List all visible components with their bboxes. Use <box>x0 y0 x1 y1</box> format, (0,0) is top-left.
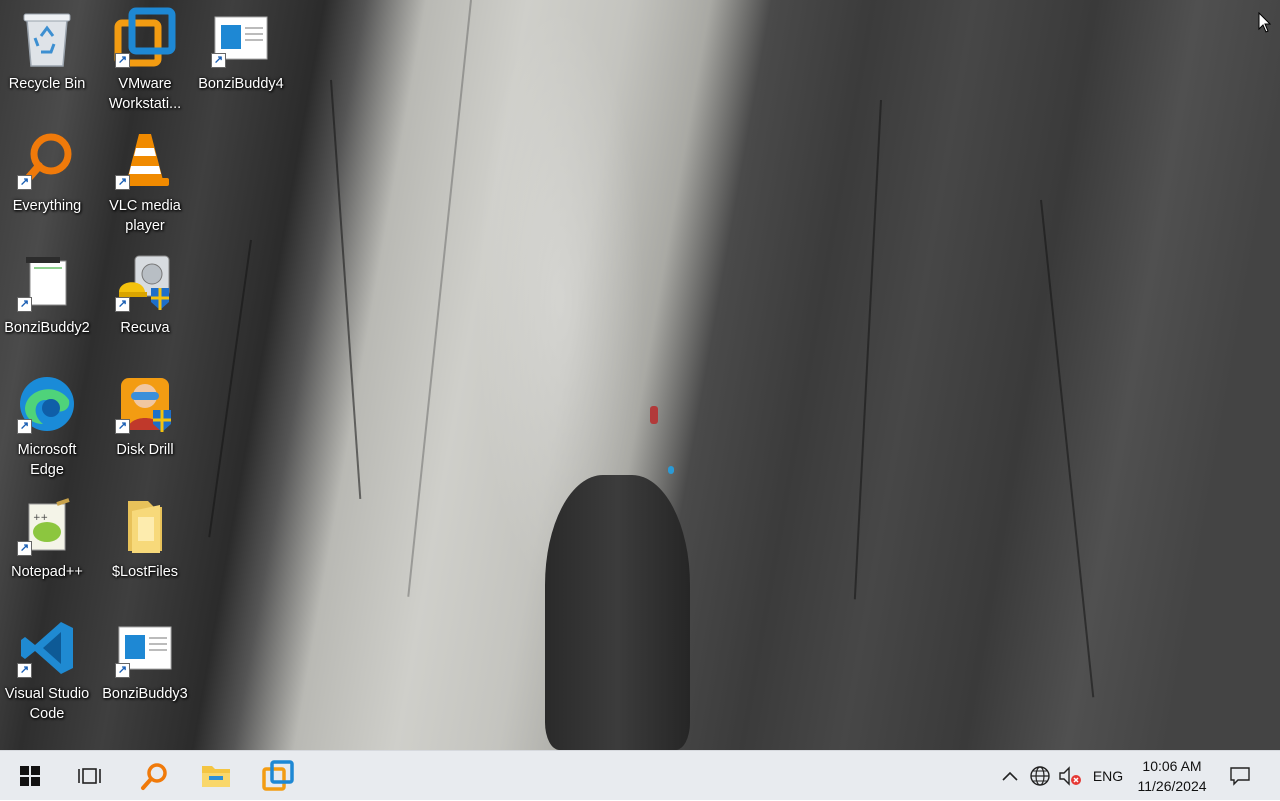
shortcut-arrow-icon: ↗ <box>17 297 32 312</box>
shortcut-arrow-icon: ↗ <box>17 175 32 190</box>
desktop-icon-bonzibuddy4[interactable]: ↗ BonziBuddy4 <box>194 6 288 94</box>
desktop-icon-label: BonziBuddy4 <box>198 76 284 92</box>
climber-figure <box>650 406 658 424</box>
desktop-icon-everything[interactable]: ↗ Everything <box>0 128 94 216</box>
desktop-icon-label: Visual Studio Code <box>4 686 90 722</box>
notification-center-button[interactable] <box>1222 751 1258 801</box>
desktop-icon-label: Microsoft Edge <box>17 442 77 478</box>
notification-icon <box>1230 767 1250 786</box>
shortcut-arrow-icon: ↗ <box>115 297 130 312</box>
shortcut-arrow-icon: ↗ <box>115 419 130 434</box>
taskbar-vmware-button[interactable] <box>250 751 306 801</box>
shortcut-arrow-icon: ↗ <box>17 663 32 678</box>
search-icon: ↗ <box>15 128 79 192</box>
notepad-plus-plus-icon: ++ ↗ <box>15 494 79 558</box>
desktop-icon-bonzibuddy3[interactable]: ↗ BonziBuddy3 <box>98 616 192 704</box>
windows-logo-icon <box>20 766 40 786</box>
task-view-button[interactable] <box>62 751 118 801</box>
desktop-icon-notepad-plus-plus[interactable]: ++ ↗ Notepad++ <box>0 494 94 582</box>
climber-figure <box>668 466 674 474</box>
mouse-cursor-icon <box>1258 12 1272 33</box>
shortcut-arrow-icon: ↗ <box>17 419 32 434</box>
desktop-icon-label: BonziBuddy2 <box>4 320 90 336</box>
volume-muted-icon <box>1059 766 1081 786</box>
desktop-icon-label: BonziBuddy3 <box>102 686 188 702</box>
edge-icon: ↗ <box>15 372 79 436</box>
desktop-icon-lostfiles[interactable]: $LostFiles <box>98 494 192 582</box>
shortcut-arrow-icon: ↗ <box>17 541 32 556</box>
document-icon: ↗ <box>209 6 273 70</box>
folder-icon <box>113 494 177 558</box>
chevron-up-icon <box>1002 771 1018 781</box>
desktop-icon-microsoft-edge[interactable]: ↗ Microsoft Edge <box>0 372 94 480</box>
recycle-bin-icon <box>15 6 79 70</box>
desktop-icon-label: Recycle Bin <box>8 76 86 92</box>
desktop-icon-label: VMware Workstati... <box>108 76 182 112</box>
desktop-icon-recuva[interactable]: ↗ Recuva <box>98 250 192 338</box>
clock-time: 10:06 AM <box>1142 758 1202 774</box>
desktop-wallpaper <box>0 0 1280 750</box>
disk-drill-icon: ↗ <box>113 372 177 436</box>
network-globe-icon <box>1030 766 1050 786</box>
desktop-icon-label: Everything <box>12 198 82 214</box>
taskbar: ENG 10:06 AM 11/26/2024 <box>0 750 1280 800</box>
shortcut-arrow-icon: ↗ <box>211 53 226 68</box>
clock-button[interactable]: 10:06 AM 11/26/2024 <box>1126 755 1218 797</box>
desktop-icon-label: Recuva <box>120 320 170 336</box>
vmware-icon <box>262 760 294 791</box>
shortcut-arrow-icon: ↗ <box>115 175 130 190</box>
desktop-icon-label: Notepad++ <box>11 564 83 580</box>
desktop-icon-disk-drill[interactable]: ↗ Disk Drill <box>98 372 192 460</box>
desktop-icon-label: VLC media player <box>109 198 181 234</box>
desktop-icon-label: Disk Drill <box>116 442 174 458</box>
taskbar-file-explorer-button[interactable] <box>188 751 244 801</box>
svg-text:++: ++ <box>33 513 48 523</box>
desktop-icon-vscode[interactable]: ↗ Visual Studio Code <box>0 616 94 724</box>
desktop-icon-label: $LostFiles <box>111 564 179 580</box>
recuva-icon: ↗ <box>113 250 177 314</box>
vmware-icon: ↗ <box>113 6 177 70</box>
start-button[interactable] <box>2 751 58 801</box>
desktop-icon-recycle-bin[interactable]: Recycle Bin <box>0 6 94 94</box>
shortcut-arrow-icon: ↗ <box>115 663 130 678</box>
taskbar-everything-button[interactable] <box>126 751 182 801</box>
search-icon <box>141 763 167 790</box>
shortcut-arrow-icon: ↗ <box>115 53 130 68</box>
document-icon: ↗ <box>113 616 177 680</box>
vscode-icon: ↗ <box>15 616 79 680</box>
input-language-button[interactable]: ENG <box>1088 751 1128 801</box>
volume-button[interactable] <box>1056 751 1084 801</box>
desktop-icon-vlc[interactable]: ↗ VLC media player <box>98 128 192 236</box>
network-button[interactable] <box>1026 751 1054 801</box>
show-hidden-icons-button[interactable] <box>998 751 1022 801</box>
desktop-icon-bonzibuddy2[interactable]: ↗ BonziBuddy2 <box>0 250 94 338</box>
document-icon: ↗ <box>15 250 79 314</box>
clock-date: 11/26/2024 <box>1137 778 1207 794</box>
desktop-icon-vmware[interactable]: ↗ VMware Workstati... <box>98 6 192 114</box>
file-explorer-icon <box>202 766 230 787</box>
task-view-icon <box>78 768 101 784</box>
vlc-cone-icon: ↗ <box>113 128 177 192</box>
